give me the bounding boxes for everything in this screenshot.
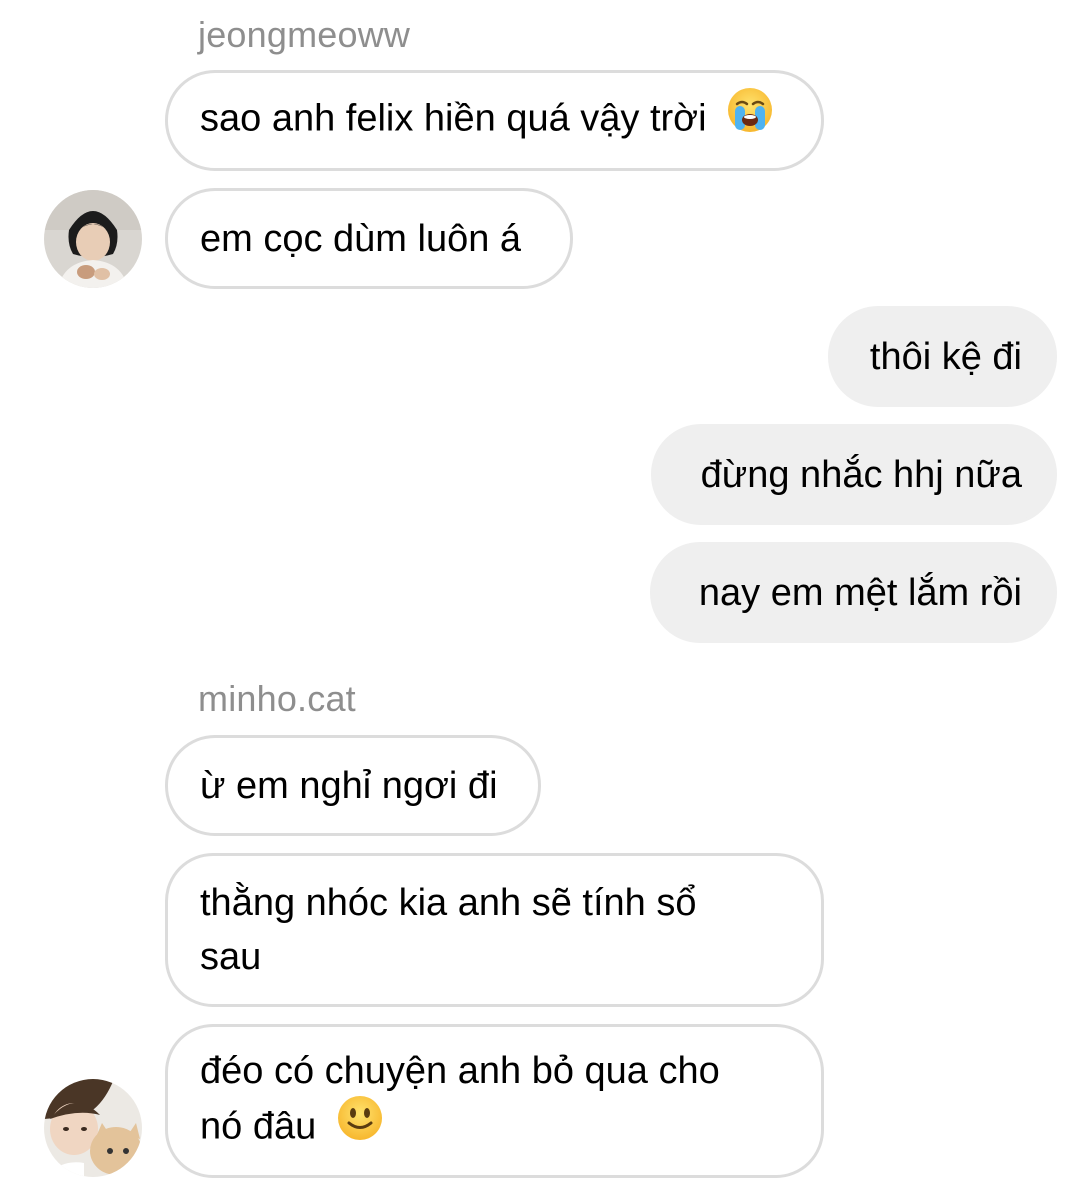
message-text: sao anh felix hiền quá vậy trời — [200, 97, 707, 140]
avatar[interactable] — [44, 1079, 142, 1177]
message-text: đừng nhắc hhj nữa — [700, 453, 1022, 496]
slightly-smiling-face-emoji-icon — [337, 1095, 383, 1156]
message-bubble[interactable]: sao anh felix hiền quá vậy trời — [165, 70, 824, 171]
avatar[interactable] — [44, 190, 142, 288]
sender-name: minho.cat — [198, 678, 356, 719]
message-bubble-outgoing[interactable]: đừng nhắc hhj nữa — [651, 424, 1057, 525]
message-text-line: nó đâu — [200, 1105, 317, 1148]
message-bubble[interactable]: thằng nhóc kia anh sẽ tính sổ sau — [165, 853, 824, 1007]
message-bubble-outgoing[interactable]: nay em mệt lắm rồi — [650, 542, 1057, 643]
message-text-line: thằng nhóc kia anh sẽ tính sổ — [200, 882, 697, 924]
message-text: nay em mệt lắm rồi — [698, 571, 1022, 614]
message-text-line: sau — [200, 936, 262, 978]
message-text-line: đéo có chuyện anh bỏ qua cho — [200, 1049, 720, 1092]
message-text: ừ em nghỉ ngơi đi — [200, 764, 498, 807]
message-bubble[interactable]: em cọc dùm luôn á — [165, 188, 573, 289]
sender-name: jeongmeoww — [198, 14, 411, 55]
message-text: thôi kệ đi — [869, 335, 1022, 378]
message-bubble[interactable]: ừ em nghỉ ngơi đi — [165, 735, 541, 836]
message-bubble-outgoing[interactable]: thôi kệ đi — [828, 306, 1057, 407]
message-text: em cọc dùm luôn á — [200, 217, 522, 260]
message-bubble[interactable]: đéo có chuyện anh bỏ qua cho nó đâu — [165, 1024, 824, 1178]
loudly-crying-face-emoji-icon — [727, 87, 773, 148]
